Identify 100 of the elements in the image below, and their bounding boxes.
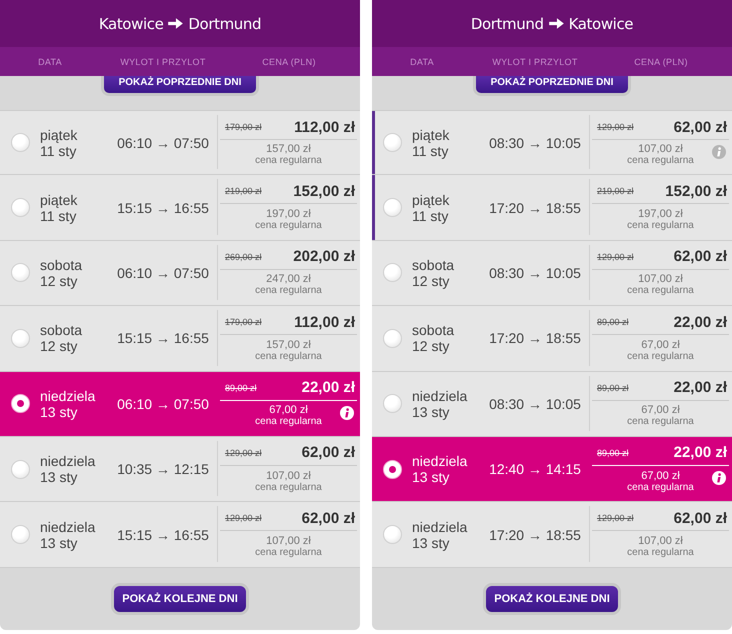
flight-row[interactable]: niedziela 13 sty 10:35 → 12:15 129,00 zł 62,00 zł 107,00 zł cena regularna [0,436,360,502]
flight-row[interactable]: sobota 12 sty 17:20 → 18:55 89,00 zł 22,00 zł 67,00 zł cena regularna [372,306,732,372]
radio-button[interactable] [383,525,402,544]
regular-price: 107,00 zł [638,535,683,548]
flight-times: 15:15 → 16:55 [116,526,210,543]
flight-date: 13 sty [40,404,78,420]
column-header: WYLOT I PRZYLOT [491,56,579,66]
regular-price-label: cena regularna [627,220,694,232]
radio-button[interactable] [11,198,30,218]
day-name: sobota [40,256,84,273]
day-name: niedziela [412,453,468,470]
regular-price-label: cena regularna [627,547,694,560]
info-icon[interactable] [712,470,726,485]
radio-button[interactable] [11,394,30,414]
flight-row[interactable]: niedziela 13 sty 15:15 → 16:55 129,00 zł 62,00 zł 107,00 zł cena regularna [0,502,360,568]
column-header: DATA [409,56,435,66]
promo-price: 22,00 zł [674,314,727,331]
promo-price: 202,00 zł [293,248,355,266]
regular-price-label: cena regularna [255,547,322,560]
old-price: 129,00 zł [225,513,262,524]
column-header: WYLOT I PRZYLOT [119,56,207,66]
promo-price: 22,00 zł [674,379,727,396]
day-name: niedziela [412,388,468,404]
old-price: 179,00 zł [225,122,262,132]
flight-row[interactable]: sobota 12 sty 15:15 → 16:55 179,00 zł 112,00 zł 157,00 zł cena regularna [0,306,360,372]
promo-price: 62,00 zł [302,444,355,462]
flight-times: 06:10 → 07:50 [116,396,210,412]
regular-price: 67,00 zł [641,470,680,482]
flight-times: 17:20 → 18:55 [488,330,582,346]
promo-price: 22,00 zł [674,444,727,462]
column-header: DATA [37,56,63,66]
flight-row[interactable]: sobota 12 sty 08:30 → 10:05 129,00 zł 62,00 zł 107,00 zł cena regularna [372,240,732,306]
promo-price: 62,00 zł [674,248,727,266]
promo-price: 22,00 zł [302,379,355,396]
flight-row[interactable]: piątek 11 sty 15:15 → 16:55 219,00 zł 152,00 zł 197,00 zł cena regularna [0,175,360,241]
regular-price-label: cena regularna [627,350,694,363]
regular-price-label: cena regularna [255,350,322,363]
flight-date: 13 sty [412,534,450,551]
day-name: piątek [412,192,450,208]
day-name: sobota [412,322,456,338]
day-name: niedziela [40,388,96,404]
radio-button[interactable] [383,133,402,152]
flight-times: 06:10 → 07:50 [116,264,210,281]
day-name: sobota [412,256,456,273]
next-days-button[interactable]: POKAŻ KOLEJNE DNI [483,582,621,615]
day-name: niedziela [40,518,96,535]
info-icon[interactable] [340,406,354,420]
flight-date: 12 sty [412,338,450,354]
route-origin: Dortmund [470,14,544,32]
promo-price: 152,00 zł [665,182,727,200]
regular-price-label: cena regularna [627,285,694,298]
day-name: piątek [40,126,78,143]
flight-times: 12:40 → 14:15 [488,461,582,478]
arrow-right-icon [168,18,184,29]
flight-date: 12 sty [412,272,450,289]
flight-date: 13 sty [412,404,450,420]
old-price: 269,00 zł [225,252,262,262]
flight-row[interactable]: niedziela 13 sty 17:20 → 18:55 129,00 zł 62,00 zł 107,00 zł cena regularna [372,502,732,568]
promo-price: 62,00 zł [302,510,355,527]
old-price: 219,00 zł [597,186,634,196]
old-price: 179,00 zł [225,317,262,328]
route-destination: Katowice [568,14,634,32]
previous-days-button[interactable]: POKAŻ POPRZEDNIE DNI [101,76,259,96]
old-price: 89,00 zł [597,382,629,393]
info-icon[interactable] [712,145,726,159]
flight-row[interactable]: piątek 11 sty 17:20 → 18:55 219,00 zł 152,00 zł 197,00 zł cena regularna [372,175,732,241]
radio-button[interactable] [383,263,402,282]
radio-button[interactable] [11,263,30,282]
promo-price: 62,00 zł [674,118,727,136]
flight-row[interactable]: niedziela 13 sty 12:40 → 14:15 89,00 zł 22,00 zł 67,00 zł cena regularna [372,436,732,502]
flight-row[interactable]: niedziela 13 sty 06:10 → 07:50 89,00 zł 22,00 zł 67,00 zł cena regularna [0,372,360,437]
radio-button[interactable] [383,198,402,218]
radio-button[interactable] [11,328,30,348]
promo-price: 62,00 zł [674,510,727,527]
radio-button[interactable] [383,328,402,348]
day-name: sobota [40,322,84,338]
flight-times: 17:20 → 18:55 [488,200,582,216]
promo-price: 112,00 zł [294,314,355,331]
flight-row[interactable]: sobota 12 sty 06:10 → 07:50 269,00 zł 202,00 zł 247,00 zł cena regularna [0,240,360,306]
next-days-button[interactable]: POKAŻ KOLEJNE DNI [111,582,249,615]
day-name: niedziela [412,518,468,535]
old-price: 219,00 zł [225,186,262,196]
old-price: 129,00 zł [597,252,634,262]
radio-button[interactable] [11,525,30,544]
promo-price: 112,00 zł [294,118,355,136]
previous-days-button[interactable]: POKAŻ POPRZEDNIE DNI [473,76,631,96]
flight-date: 11 sty [40,208,76,224]
flight-row[interactable]: niedziela 13 sty 08:30 → 10:05 89,00 zł 22,00 zł 67,00 zł cena regularna [372,372,732,437]
flight-times: 06:10 → 07:50 [116,134,210,151]
flight-date: 13 sty [40,469,78,486]
flight-row[interactable]: piątek 11 sty 08:30 → 10:05 129,00 zł 62,00 zł 107,00 zł cena regularna [372,110,732,176]
radio-button[interactable] [11,133,30,152]
radio-button[interactable] [11,460,30,479]
regular-price: 197,00 zł [638,208,683,220]
radio-button[interactable] [383,394,402,414]
promo-price: 152,00 zł [293,182,355,200]
column-header: CENA (PLN) [261,56,317,66]
radio-button[interactable] [383,460,402,479]
flight-times: 08:30 → 10:05 [488,396,582,412]
flight-row[interactable]: piątek 11 sty 06:10 → 07:50 179,00 zł 112,00 zł 157,00 zł cena regularna [0,110,360,176]
